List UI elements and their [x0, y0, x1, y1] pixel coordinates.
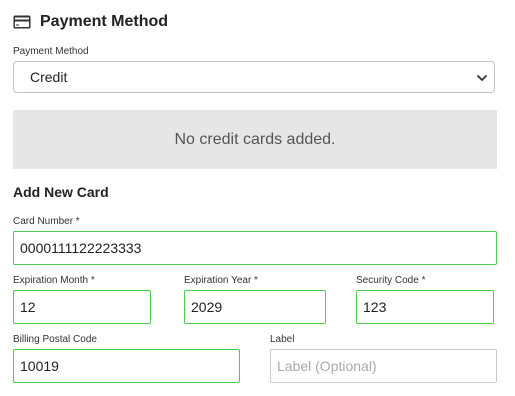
postal-code-label: Billing Postal Code: [13, 334, 97, 345]
card-number-input[interactable]: 0000111122223333: [13, 231, 497, 265]
exp-year-label: Expiration Year *: [184, 275, 258, 286]
credit-card-icon: [13, 15, 31, 29]
security-code-label: Security Code *: [356, 275, 426, 286]
card-label-placeholder: Label (Optional): [277, 358, 377, 374]
exp-month-input[interactable]: 12: [13, 290, 151, 324]
exp-year-value: 2029: [191, 299, 223, 315]
add-new-card-heading: Add New Card: [13, 184, 109, 200]
payment-method-value: Credit: [30, 69, 68, 85]
postal-code-input[interactable]: 10019: [13, 349, 240, 383]
exp-month-value: 12: [20, 299, 36, 315]
exp-month-label: Expiration Month *: [13, 275, 95, 286]
payment-method-label: Payment Method: [13, 46, 89, 57]
payment-method-select[interactable]: Credit: [13, 61, 495, 93]
section-header: Payment Method: [13, 10, 168, 34]
postal-code-value: 10019: [20, 358, 59, 374]
card-label-input[interactable]: Label (Optional): [270, 349, 497, 383]
exp-year-input[interactable]: 2029: [184, 290, 326, 324]
empty-cards-text: No credit cards added.: [174, 130, 336, 148]
card-number-label: Card Number *: [13, 216, 80, 227]
card-label-label: Label: [270, 334, 295, 345]
card-number-value: 0000111122223333: [20, 240, 142, 256]
security-code-input[interactable]: 123: [356, 290, 494, 324]
section-title: Payment Method: [40, 13, 169, 30]
security-code-value: 123: [363, 299, 387, 315]
empty-cards-message: No credit cards added.: [13, 110, 497, 169]
chevron-down-icon: [476, 71, 488, 83]
